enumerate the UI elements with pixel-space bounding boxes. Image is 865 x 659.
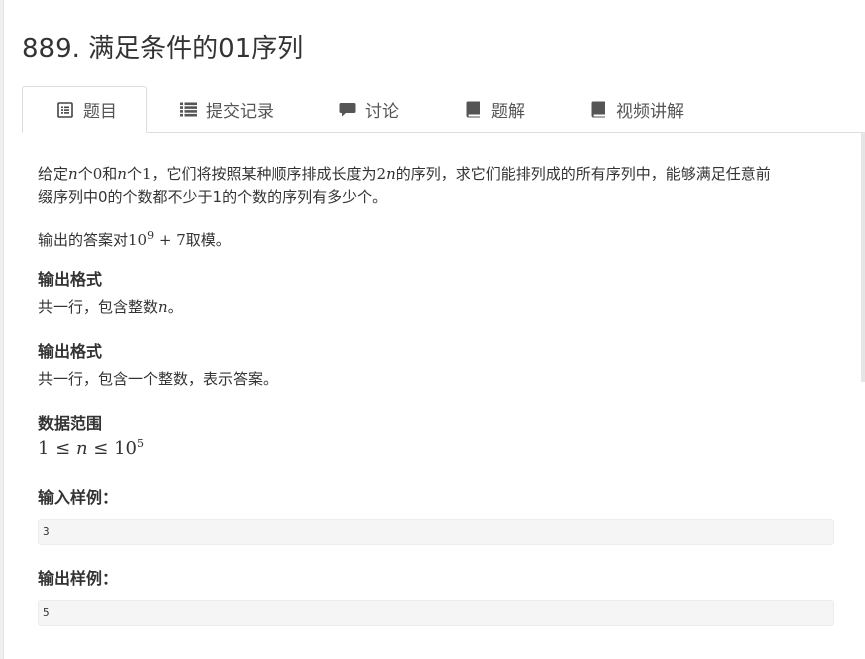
list-alt-icon [56, 101, 74, 119]
tab-solutions[interactable]: 题解 [464, 86, 525, 132]
scrollbar[interactable] [861, 132, 865, 382]
book-icon [464, 100, 482, 118]
output-format-heading: 输出格式 [38, 342, 103, 361]
sample-output-heading: 输出样例： [38, 569, 119, 588]
sample-input-heading: 输入样例： [38, 488, 119, 507]
input-format-text: 共一行，包含整数n。 [38, 298, 183, 316]
tab-problem[interactable]: 题目 [22, 86, 147, 133]
modulo-note: 输出的答案对109 + 7取模。 [38, 229, 231, 249]
sample-input-box[interactable]: 3 [38, 519, 834, 545]
tab-label: 题解 [491, 101, 525, 122]
tab-submissions[interactable]: 提交记录 [179, 86, 274, 132]
comment-icon [338, 100, 356, 118]
description-line-2: 缀序列中0的个数都不少于1的个数的序列有多少个。 [38, 188, 388, 206]
list-icon [179, 100, 197, 118]
sample-output-box[interactable]: 5 [38, 600, 834, 626]
tab-label: 视频讲解 [616, 101, 684, 122]
data-range-expression: 1 ≤ n ≤ 105 [38, 437, 145, 459]
tab-label: 题目 [83, 102, 117, 122]
tab-discussion[interactable]: 讨论 [338, 86, 399, 132]
data-range-heading: 数据范围 [38, 414, 103, 433]
modulo-expression: 109 + 7 [128, 229, 186, 249]
output-format-text: 共一行，包含一个整数，表示答案。 [38, 370, 279, 388]
tab-bar: 题目 提交记录 讨论 题解 视频讲解 [22, 86, 865, 133]
tab-video-explanation[interactable]: 视频讲解 [589, 86, 684, 132]
input-format-heading: 输出格式 [38, 270, 103, 289]
description-line-1: 给定n个0和n个1，它们将按照某种顺序排成长度为2n的序列，求它们能排列成的所有… [38, 165, 771, 183]
page-title: 889. 满足条件的01序列 [22, 34, 304, 64]
book-icon [589, 100, 607, 118]
tab-label: 讨论 [365, 101, 399, 122]
problem-description: 给定n个0和n个1，它们将按照某种顺序排成长度为2n的序列，求它们能排列成的所有… [38, 163, 838, 209]
problem-panel: 889. 满足条件的01序列 题目 提交记录 讨论 题解 视频讲解 给定n个0和… [3, 0, 865, 659]
tab-label: 提交记录 [206, 101, 274, 122]
